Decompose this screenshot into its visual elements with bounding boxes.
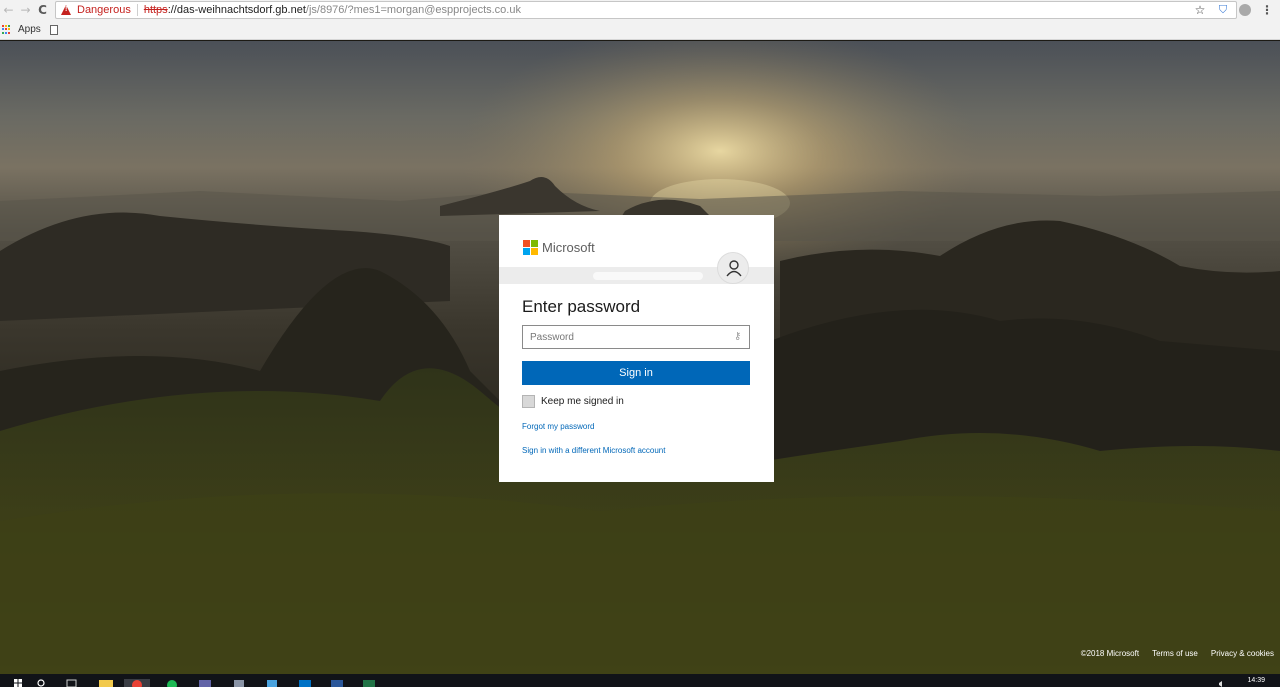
keep-signed-in[interactable]: Keep me signed in xyxy=(522,395,624,408)
toolbar-actions: ☆ ⛉ ⋮ xyxy=(1193,0,1274,20)
back-icon[interactable]: ← xyxy=(0,1,17,19)
star-icon[interactable]: ☆ xyxy=(1193,3,1207,17)
task-view-icon[interactable] xyxy=(66,679,77,687)
logo-text: Microsoft xyxy=(542,240,595,255)
url-path: /js/8976/?mes1=morgan@espprojects.co.uk xyxy=(305,4,521,16)
windows-start-icon[interactable] xyxy=(14,679,22,687)
microsoft-logo-icon xyxy=(523,240,538,255)
privacy-link[interactable]: Privacy & cookies xyxy=(1211,649,1274,658)
signin-card: Microsoft Enter password ⚷ Sign in Keep … xyxy=(499,215,774,482)
copyright-text: ©2018 Microsoft xyxy=(1080,649,1140,658)
taskbar-clock[interactable]: 14:39 xyxy=(1247,677,1265,684)
forward-icon[interactable]: → xyxy=(17,1,34,19)
outlook-icon[interactable] xyxy=(298,679,312,687)
chrome-icon[interactable] xyxy=(124,679,150,687)
page-title: Enter password xyxy=(522,297,641,316)
forgot-password-link[interactable]: Forgot my password xyxy=(522,422,594,431)
address-bar[interactable]: Dangerous https ://das-weihnachtsdorf.gb… xyxy=(55,1,1237,19)
search-icon[interactable] xyxy=(37,679,46,687)
app-icon[interactable] xyxy=(232,679,246,687)
apps-bookmark[interactable]: Apps xyxy=(18,24,41,35)
key-icon: ⚷ xyxy=(734,331,742,342)
signin-button[interactable]: Sign in xyxy=(522,361,750,385)
volume-icon[interactable] xyxy=(1218,679,1226,687)
browser-toolbar: ← → C Dangerous https ://das-weihnachtsd… xyxy=(0,0,1280,20)
spotify-icon[interactable] xyxy=(166,679,178,687)
terms-link[interactable]: Terms of use xyxy=(1152,649,1198,658)
different-account-link[interactable]: Sign in with a different Microsoft accou… xyxy=(522,446,665,455)
reload-icon[interactable]: C xyxy=(34,1,51,19)
teams-icon[interactable] xyxy=(198,679,212,687)
user-icon xyxy=(726,260,742,277)
keep-signed-in-checkbox[interactable] xyxy=(522,395,535,408)
url-scheme: https xyxy=(143,4,168,16)
microsoft-logo: Microsoft xyxy=(523,240,595,255)
keep-signed-in-label[interactable]: Keep me signed in xyxy=(541,396,624,407)
warning-icon[interactable] xyxy=(61,5,72,15)
password-input[interactable] xyxy=(522,325,750,349)
bookmarks-bar: Apps xyxy=(0,20,1280,40)
avatar xyxy=(717,252,749,284)
redacted-identity xyxy=(593,272,703,280)
taskbar: 14:39 xyxy=(0,674,1280,687)
page-footer: ©2018 Microsoft Terms of use Privacy & c… xyxy=(1081,649,1274,658)
file-explorer-icon[interactable] xyxy=(99,679,113,687)
apps-grid-icon[interactable] xyxy=(2,24,12,35)
page-icon[interactable] xyxy=(49,24,58,35)
security-status[interactable]: Dangerous xyxy=(77,4,131,16)
url-host: ://das-weihnachtsdorf.gb.net xyxy=(167,4,306,16)
word-icon[interactable] xyxy=(330,679,344,687)
extension-icon[interactable] xyxy=(1239,4,1251,16)
address-divider xyxy=(136,4,138,16)
menu-icon[interactable]: ⋮ xyxy=(1260,3,1274,17)
shield-icon[interactable]: ⛉ xyxy=(1216,3,1230,17)
app-icon-2[interactable] xyxy=(265,679,279,687)
excel-icon[interactable] xyxy=(362,679,376,687)
